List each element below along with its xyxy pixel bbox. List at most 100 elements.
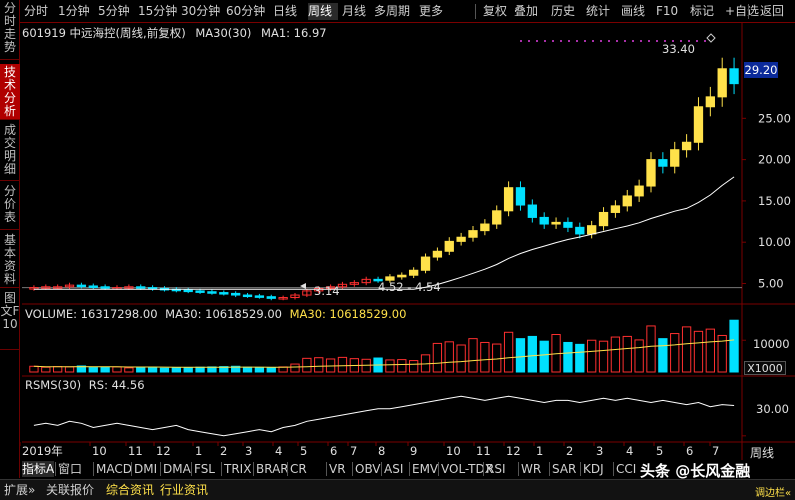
toolbar-item-10[interactable]: 更多 bbox=[419, 3, 447, 20]
period-toolbar: 分时 1分钟 5分钟 15分钟 30分钟 60分钟 日线 周线 月线 多周期 更多 复权 叠加 历史 统计画… bbox=[0, 0, 795, 23]
candle-body bbox=[681, 141, 692, 151]
toolbar-item-12[interactable]: 叠加 bbox=[514, 3, 542, 20]
volume-bar bbox=[681, 326, 692, 373]
max-price-label: 33.40 bbox=[662, 42, 695, 56]
toolbar-item-0[interactable]: 分时 bbox=[24, 3, 54, 20]
volume-bar bbox=[527, 335, 537, 373]
x-axis-label: 12 bbox=[506, 444, 521, 458]
toolbar-item-1[interactable]: 1分钟 bbox=[58, 3, 94, 20]
toolbar-item-8[interactable]: 月线 bbox=[342, 3, 372, 20]
candle-body bbox=[503, 187, 514, 212]
statusbar-item-3[interactable]: 行业资讯 bbox=[160, 482, 208, 498]
volume-bar bbox=[480, 341, 490, 373]
volume-bar bbox=[409, 360, 419, 373]
x-axis-label: 7 bbox=[350, 444, 357, 458]
volume-bar bbox=[266, 367, 276, 373]
statusbar-item-0[interactable]: 扩展» bbox=[4, 482, 35, 498]
volume-bar bbox=[147, 366, 158, 373]
candle-body bbox=[397, 274, 407, 278]
indicator-tab-0[interactable]: 指标A bbox=[22, 461, 55, 477]
candle-body bbox=[515, 187, 526, 206]
toolbar-item-3[interactable]: 15分钟 bbox=[138, 3, 180, 20]
indicator-tab-14[interactable]: RSI bbox=[486, 461, 506, 477]
indicator-separator bbox=[549, 462, 550, 476]
indicator-tab-1[interactable]: 窗口 bbox=[58, 461, 82, 477]
candle-body bbox=[634, 185, 644, 197]
candle-body bbox=[88, 285, 98, 288]
volume-bar bbox=[670, 333, 680, 373]
candle-body bbox=[231, 292, 241, 296]
indicator-tab-12[interactable]: EMV bbox=[412, 461, 438, 477]
volume-ma30-value: MA30: 10618529.00 bbox=[165, 307, 282, 321]
toolbar-item-7[interactable]: 周线 bbox=[308, 3, 338, 20]
toolbar-item-16[interactable]: F10 bbox=[656, 3, 684, 20]
side-tab-3[interactable]: 分价表 bbox=[0, 183, 20, 230]
volume-bar bbox=[88, 367, 98, 373]
rsms-name: RSMS(30) bbox=[25, 378, 82, 392]
candle-body bbox=[670, 149, 680, 167]
side-tab-bar: 分时走势技术分析 成交明细 分价表 基本资料 图文F10 bbox=[0, 0, 20, 478]
candle-body bbox=[539, 216, 549, 225]
toolbar-item-5[interactable]: 60分钟 bbox=[226, 3, 268, 20]
toolbar-item-9[interactable]: 多周期 bbox=[374, 3, 416, 20]
volume-bar bbox=[539, 340, 549, 373]
indicator-separator bbox=[326, 462, 327, 476]
x-axis-label: 1 bbox=[536, 444, 543, 458]
indicator-tab-4[interactable]: DMA bbox=[163, 461, 191, 477]
toolbar-item-11[interactable]: 复权 bbox=[483, 3, 511, 20]
volume-unit: X1000 bbox=[744, 361, 786, 375]
indicator-tab-16[interactable]: SAR bbox=[552, 461, 576, 477]
price-y-label: 25.00 bbox=[758, 111, 791, 125]
toolbar-item-2[interactable]: 5分钟 bbox=[98, 3, 134, 20]
toolbar-item-13[interactable]: 历史 bbox=[551, 3, 579, 20]
chart-area[interactable]: 25.0020.0015.0010.005.002019年 10 11 12 1 2 3 4 5… bbox=[0, 0, 795, 500]
volume-bar bbox=[432, 342, 443, 373]
current-price-tag: 29.20 bbox=[744, 62, 778, 78]
x-axis-label: 2 bbox=[220, 444, 227, 458]
indicator-tab-17[interactable]: KDJ bbox=[583, 461, 604, 477]
indicator-tab-10[interactable]: OBV bbox=[355, 461, 381, 477]
side-tab-5[interactable]: 图文F10 bbox=[0, 290, 20, 350]
toolbar-item-15[interactable]: 画线 bbox=[621, 3, 649, 20]
volume-bar bbox=[397, 359, 407, 373]
volume-bar bbox=[456, 344, 466, 373]
statusbar-item-2[interactable]: 综合资讯 bbox=[106, 482, 154, 498]
indicator-tab-2[interactable]: MACD bbox=[96, 461, 132, 477]
indicator-tab-18[interactable]: CCI bbox=[616, 461, 636, 477]
toolbar-item-17[interactable]: 标记 bbox=[690, 3, 718, 20]
indicator-separator bbox=[55, 462, 56, 476]
side-tab-1[interactable]: 技术分析 bbox=[0, 64, 20, 120]
indicator-separator bbox=[287, 462, 288, 476]
volume-y-label: 10000 bbox=[753, 337, 790, 351]
volume-bar bbox=[100, 366, 110, 373]
indicator-tab-15[interactable]: WR bbox=[521, 461, 541, 477]
toggle-sidebar-link[interactable]: 调边栏« bbox=[755, 484, 791, 499]
x-axis-period: 周线 bbox=[750, 446, 775, 460]
toolbar-item-18[interactable]: +自选 bbox=[725, 3, 759, 20]
indicator-tab-9[interactable]: VR bbox=[329, 461, 346, 477]
indicator-separator bbox=[518, 462, 519, 476]
indicator-tab-11[interactable]: ASI bbox=[384, 461, 403, 477]
side-tab-0[interactable]: 分时走势 bbox=[0, 0, 20, 60]
indicator-separator bbox=[221, 462, 222, 476]
indicator-tab-5[interactable]: FSL bbox=[194, 461, 215, 477]
toolbar-item-6[interactable]: 日线 bbox=[273, 3, 303, 20]
range-label: 4.52 - 4.54 bbox=[378, 280, 441, 294]
toolbar-item-4[interactable]: 30分钟 bbox=[181, 3, 223, 20]
indicator-tab-6[interactable]: TRIX bbox=[224, 461, 251, 477]
indicator-separator bbox=[131, 462, 132, 476]
side-tab-2[interactable]: 成交明细 bbox=[0, 122, 20, 181]
price-y-label: 15.00 bbox=[758, 194, 791, 208]
indicator-tab-8[interactable]: CR bbox=[290, 461, 307, 477]
volume-bar bbox=[112, 366, 122, 373]
indicator-tab-7[interactable]: BRAR bbox=[256, 461, 289, 477]
candle-body bbox=[598, 211, 609, 227]
toolbar-item-19[interactable]: 返回 bbox=[760, 3, 790, 20]
indicator-tab-3[interactable]: DMI bbox=[134, 461, 157, 477]
volume-bar bbox=[622, 335, 632, 373]
statusbar-item-1[interactable]: 关联报价 bbox=[46, 482, 94, 498]
volume-bar bbox=[337, 356, 348, 373]
toolbar-item-14[interactable]: 统计 bbox=[586, 3, 614, 20]
side-tab-4[interactable]: 基本资料 bbox=[0, 232, 20, 288]
volume-bar bbox=[563, 341, 573, 373]
